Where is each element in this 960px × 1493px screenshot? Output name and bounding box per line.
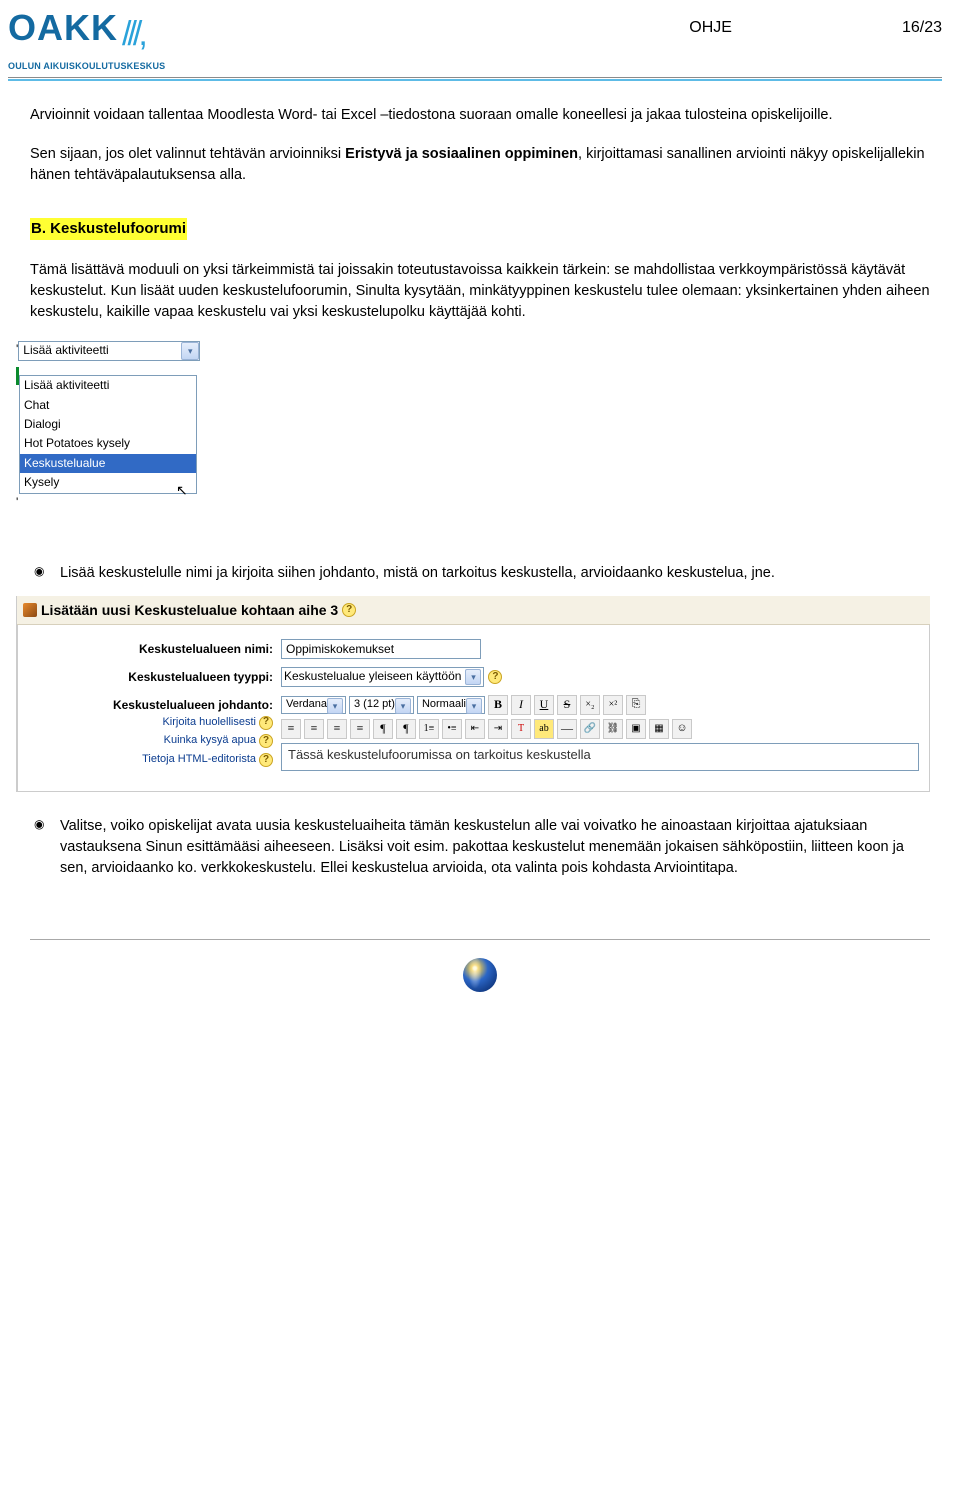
select-forum-type-value: Keskustelualue yleiseen käyttöön xyxy=(284,668,461,685)
rtl-icon[interactable]: ¶ xyxy=(396,719,416,739)
section-heading: B. Keskustelufoorumi xyxy=(30,218,187,240)
help-link-how-to-ask[interactable]: Kuinka kysyä apua ? xyxy=(46,733,281,749)
option-hot-potatoes[interactable]: Hot Potatoes kysely xyxy=(20,434,196,453)
intro-p2b-bold: Eristyvä ja sosiaalinen oppiminen xyxy=(345,146,578,162)
activity-select-label: Lisää aktiviteetti xyxy=(23,342,108,359)
outdent-icon[interactable]: ⇤ xyxy=(465,719,485,739)
logo-stripes-icon: ///, xyxy=(122,10,144,59)
forum-icon xyxy=(23,603,37,617)
help-icon[interactable]: ? xyxy=(259,716,273,730)
align-center-icon[interactable]: ≡ xyxy=(304,719,324,739)
option-chat[interactable]: Chat xyxy=(20,396,196,415)
align-justify-icon[interactable]: ≡ xyxy=(350,719,370,739)
cursor-icon: ↖ xyxy=(176,480,960,500)
doc-type: OHJE xyxy=(689,16,732,39)
logo-subtitle: OULUN AIKUISKOULUTUSKESKUS xyxy=(8,60,165,73)
indent-icon[interactable]: ⇥ xyxy=(488,719,508,739)
align-left-icon[interactable]: ≡ xyxy=(281,719,301,739)
ltr-icon[interactable]: ¶ xyxy=(373,719,393,739)
option-lisaa-aktiviteetti[interactable]: Lisää aktiviteetti xyxy=(20,376,196,395)
bullet-item-2: Valitse, voiko opiskelijat avata uusia k… xyxy=(30,816,930,879)
underline-icon[interactable]: U xyxy=(534,695,554,715)
bold-icon[interactable]: B xyxy=(488,695,508,715)
activity-select-closed[interactable]: Lisää aktiviteetti xyxy=(18,341,200,361)
intro-paragraph-1: Arvioinnit voidaan tallentaa Moodlesta W… xyxy=(30,105,930,126)
option-kysely[interactable]: Kysely xyxy=(20,473,196,492)
page-number: 16/23 xyxy=(902,16,942,39)
editor-toolbar-row2: ≡ ≡ ≡ ≡ ¶ ¶ 1≡ •≡ ⇤ ⇥ T ab — 🔗 xyxy=(281,719,919,739)
editor-textarea[interactable]: Tässä keskustelufoorumissa on tarkoitus … xyxy=(281,743,919,771)
label-forum-name: Keskustelualueen nimi: xyxy=(46,639,281,658)
intro-p2a: Sen sijaan, jos olet valinnut tehtävän a… xyxy=(30,146,345,162)
globe-icon xyxy=(463,958,497,992)
editor-toolbar-row1: Verdana 3 (12 pt) Normaali B I U S ×₂ ×²… xyxy=(281,695,919,715)
option-dialogi[interactable]: Dialogi xyxy=(20,415,196,434)
smiley-icon[interactable]: ☺ xyxy=(672,719,692,739)
italic-icon[interactable]: I xyxy=(511,695,531,715)
label-forum-intro: Keskustelualueen johdanto: xyxy=(46,695,281,714)
image-icon[interactable]: ▣ xyxy=(626,719,646,739)
form-screenshot: Lisätään uusi Keskustelualue kohtaan aih… xyxy=(16,596,930,793)
option-keskustelualue[interactable]: Keskustelualue xyxy=(20,454,196,473)
superscript-icon[interactable]: ×² xyxy=(603,695,623,715)
help-icon[interactable]: ? xyxy=(488,670,502,684)
intro-paragraph-2: Sen sijaan, jos olet valinnut tehtävän a… xyxy=(30,144,930,186)
copy-icon[interactable]: ⎘ xyxy=(626,695,646,715)
bg-color-icon[interactable]: ab xyxy=(534,719,554,739)
logo-text: OAKK xyxy=(8,10,118,46)
dropdown-arrow-icon[interactable] xyxy=(181,342,199,360)
hr-icon[interactable]: — xyxy=(557,719,577,739)
help-icon[interactable]: ? xyxy=(259,734,273,748)
help-link-write-carefully[interactable]: Kirjoita huolellisesti ? xyxy=(46,715,281,731)
help-icon[interactable]: ? xyxy=(342,603,356,617)
text-color-icon[interactable]: T xyxy=(511,719,531,739)
input-forum-name[interactable] xyxy=(281,639,481,659)
table-icon[interactable]: ▦ xyxy=(649,719,669,739)
section-paragraph: Tämä lisättävä moduuli on yksi tärkeimmi… xyxy=(30,260,930,323)
form-title: Lisätään uusi Keskustelualue kohtaan aih… xyxy=(41,600,338,620)
toolbar-font-select[interactable]: Verdana xyxy=(281,696,346,714)
dropdown-screenshot: ' Lisää aktiviteetti Lisää aktiviteetti … xyxy=(16,341,930,535)
footer-divider xyxy=(30,939,930,940)
label-forum-type: Keskustelualueen tyyppi: xyxy=(46,667,281,686)
link-icon[interactable]: 🔗 xyxy=(580,719,600,739)
bullet-item-1: Lisää keskustelulle nimi ja kirjoita sii… xyxy=(30,563,930,584)
unlink-icon[interactable]: ⛓ xyxy=(603,719,623,739)
subscript-icon[interactable]: ×₂ xyxy=(580,695,600,715)
list-bullet-icon[interactable]: •≡ xyxy=(442,719,462,739)
toolbar-size-select[interactable]: 3 (12 pt) xyxy=(349,696,414,714)
align-right-icon[interactable]: ≡ xyxy=(327,719,347,739)
help-icon[interactable]: ? xyxy=(259,753,273,767)
toolbar-style-select[interactable]: Normaali xyxy=(417,696,485,714)
help-link-html-editor[interactable]: Tietoja HTML-editorista ? xyxy=(46,752,281,768)
list-number-icon[interactable]: 1≡ xyxy=(419,719,439,739)
strikethrough-icon[interactable]: S xyxy=(557,695,577,715)
dropdown-arrow-icon[interactable] xyxy=(465,669,481,685)
activity-select-open[interactable]: Lisää aktiviteetti Chat Dialogi Hot Pota… xyxy=(19,375,197,493)
select-forum-type[interactable]: Keskustelualue yleiseen käyttöön xyxy=(281,667,484,687)
